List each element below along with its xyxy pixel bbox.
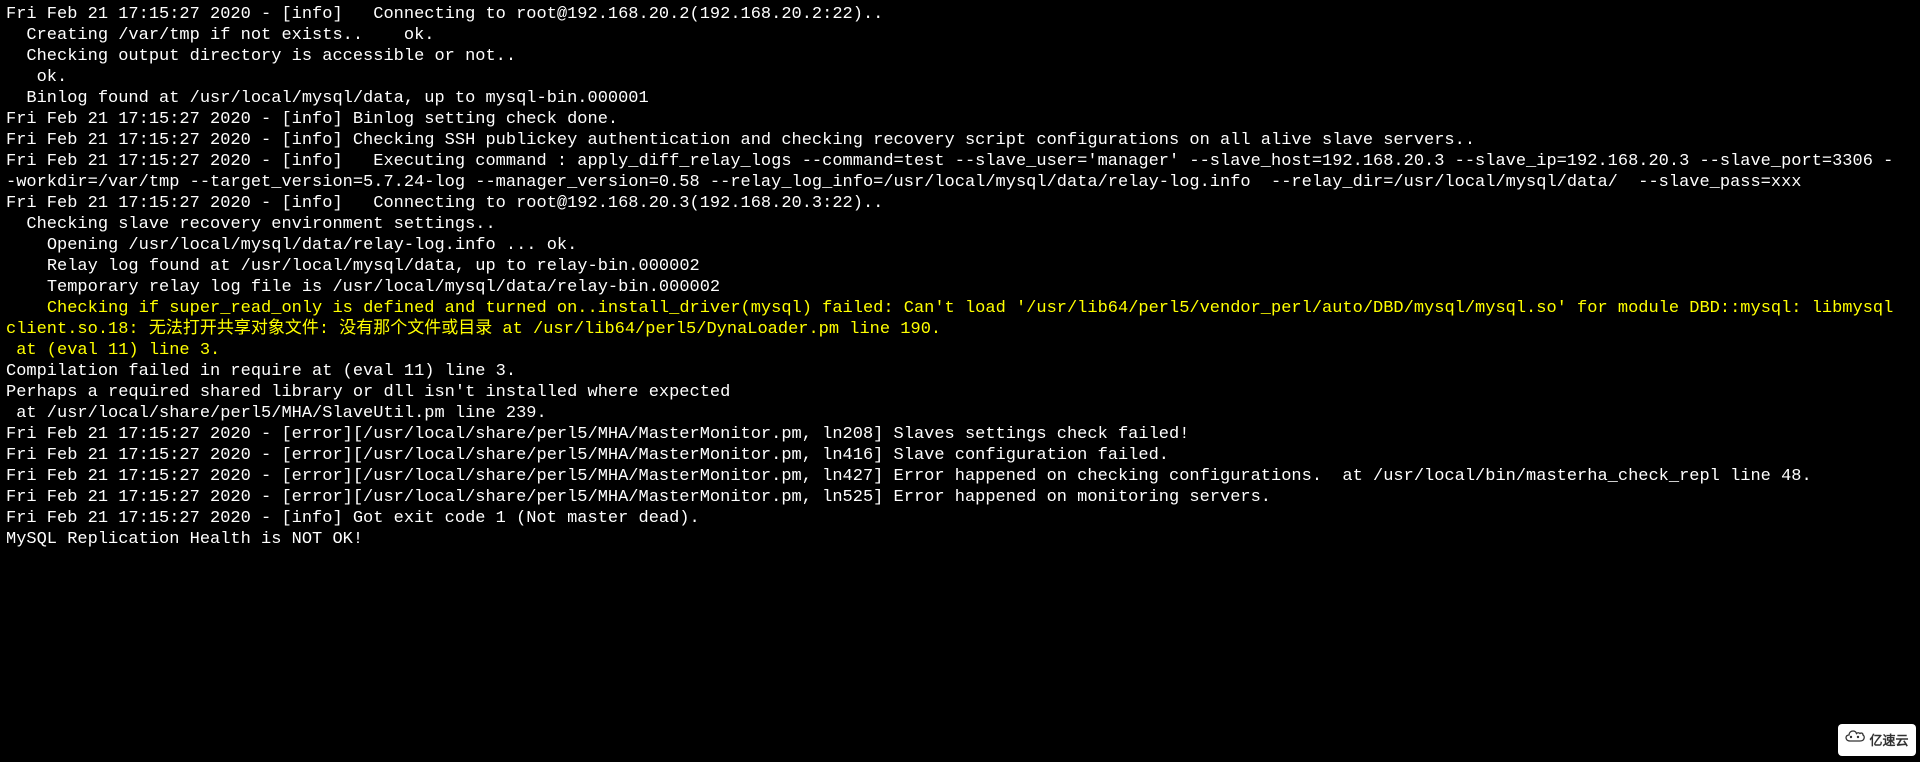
terminal-line: Binlog found at /usr/local/mysql/data, u… [6,88,1896,109]
terminal-output: Fri Feb 21 17:15:27 2020 - [info] Connec… [0,0,1902,554]
watermark-badge: 亿速云 [1838,724,1916,756]
terminal-line: Creating /var/tmp if not exists.. ok. [6,25,1896,46]
terminal-line: Perhaps a required shared library or dll… [6,382,1896,403]
terminal-line: at /usr/local/share/perl5/MHA/SlaveUtil.… [6,403,1896,424]
terminal-line: Fri Feb 21 17:15:27 2020 - [info] Connec… [6,4,1896,25]
terminal-line: Fri Feb 21 17:15:27 2020 - [error][/usr/… [6,466,1896,487]
terminal-scroll-wrapper[interactable]: Fri Feb 21 17:15:27 2020 - [info] Connec… [0,0,1902,762]
cloud-icon [1845,730,1865,751]
terminal-line: Fri Feb 21 17:15:27 2020 - [info] Got ex… [6,508,1896,529]
terminal-line: Checking output directory is accessible … [6,46,1896,67]
terminal-line: Fri Feb 21 17:15:27 2020 - [error][/usr/… [6,487,1896,508]
terminal-line: Fri Feb 21 17:15:27 2020 - [info] Checki… [6,130,1896,151]
terminal-line: Fri Feb 21 17:15:27 2020 - [error][/usr/… [6,445,1896,466]
watermark-text: 亿速云 [1869,730,1908,751]
terminal-line: Fri Feb 21 17:15:27 2020 - [error][/usr/… [6,424,1896,445]
terminal-line: Fri Feb 21 17:15:27 2020 - [info] Execut… [6,151,1896,193]
terminal-line: Opening /usr/local/mysql/data/relay-log.… [6,235,1896,256]
terminal-line: at (eval 11) line 3. [6,340,1896,361]
terminal-line: Relay log found at /usr/local/mysql/data… [6,256,1896,277]
terminal-line: Checking if super_read_only is defined a… [6,298,1896,340]
terminal-line: MySQL Replication Health is NOT OK! [6,529,1896,550]
terminal-line: Checking slave recovery environment sett… [6,214,1896,235]
terminal-line: Compilation failed in require at (eval 1… [6,361,1896,382]
terminal-line: Temporary relay log file is /usr/local/m… [6,277,1896,298]
terminal-line: Fri Feb 21 17:15:27 2020 - [info] Binlog… [6,109,1896,130]
terminal-line: ok. [6,67,1896,88]
terminal-line: Fri Feb 21 17:15:27 2020 - [info] Connec… [6,193,1896,214]
